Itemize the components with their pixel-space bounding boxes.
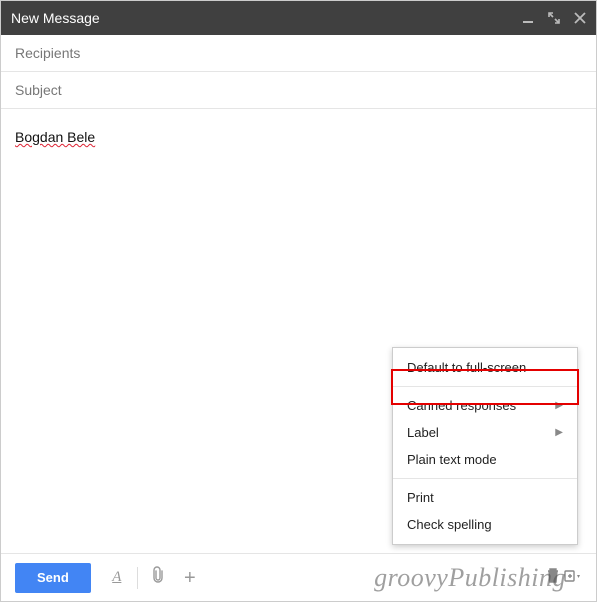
recipients-placeholder: Recipients [15,45,80,61]
menu-label: Check spelling [407,517,492,532]
send-button[interactable]: Send [15,563,91,593]
subject-field[interactable]: Subject [1,72,596,109]
trash-icon[interactable] [546,567,560,588]
menu-label: Default to full-screen [407,360,526,375]
menu-canned-responses[interactable]: Canned responses ▶ [393,392,577,419]
menu-print[interactable]: Print [393,484,577,511]
menu-label: Print [407,490,434,505]
insert-more-icon[interactable]: + [174,571,206,585]
menu-label: Plain text mode [407,452,497,467]
more-options-icon[interactable] [564,570,582,584]
attachment-icon[interactable] [142,566,174,589]
toolbar-separator [137,567,138,589]
menu-label-item[interactable]: Label ▶ [393,419,577,446]
menu-separator [393,386,577,387]
menu-label: Label [407,425,439,440]
window-title: New Message [11,10,522,26]
chevron-right-icon: ▶ [555,427,563,438]
body-text: Bogdan Bele [15,129,95,145]
menu-plain-text[interactable]: Plain text mode [393,446,577,473]
menu-separator [393,478,577,479]
toolbar-right [546,553,582,601]
menu-label: Canned responses [407,398,516,413]
expand-icon[interactable] [548,12,560,24]
close-icon[interactable] [574,12,586,24]
compose-toolbar: Send A + [1,553,596,601]
menu-check-spelling[interactable]: Check spelling [393,511,577,538]
window-controls [522,12,586,24]
subject-placeholder: Subject [15,82,62,98]
minimize-icon[interactable] [522,12,534,24]
formatting-icon[interactable]: A [101,569,133,586]
recipients-field[interactable]: Recipients [1,35,596,72]
menu-default-fullscreen[interactable]: Default to full-screen [393,354,577,381]
chevron-right-icon: ▶ [555,400,563,411]
titlebar: New Message [1,1,596,35]
more-options-menu: Default to full-screen Canned responses … [392,347,578,545]
